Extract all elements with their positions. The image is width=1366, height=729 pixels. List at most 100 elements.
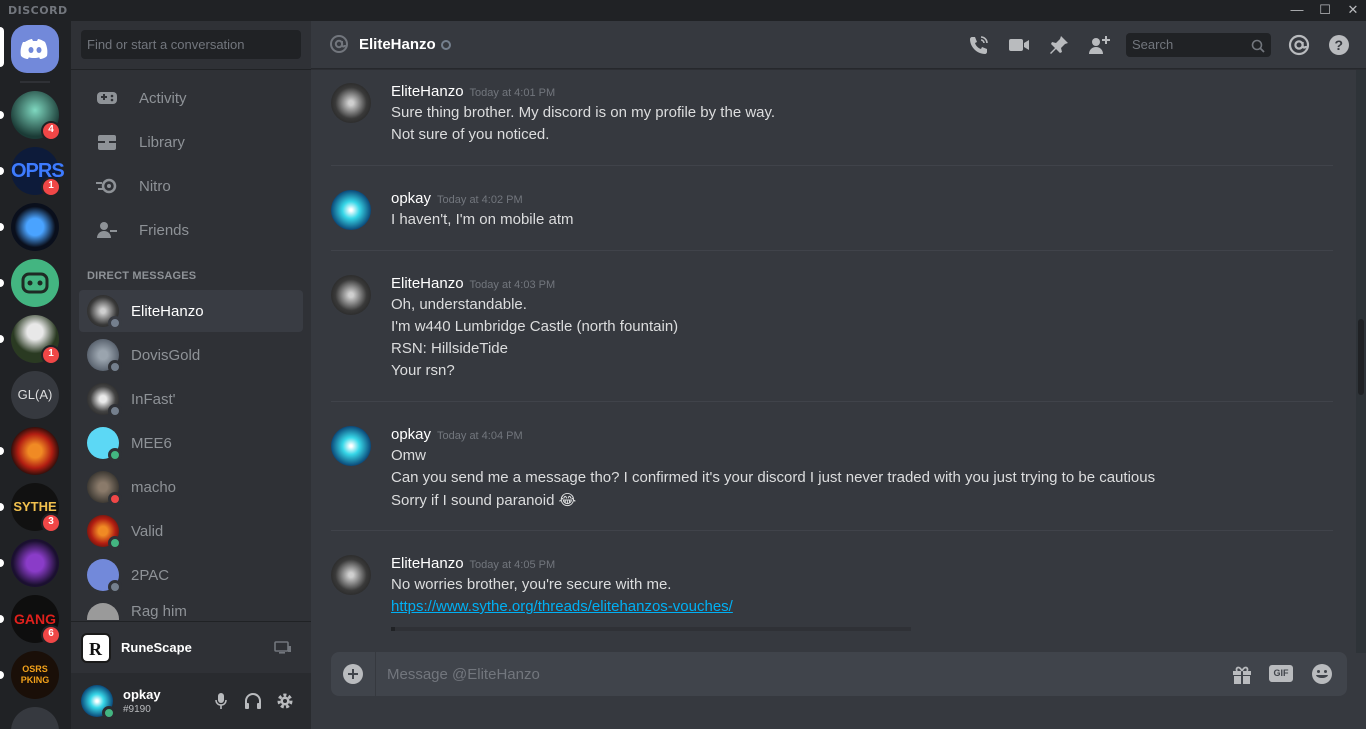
nav-activity-label: Activity [139,89,187,107]
avatar[interactable] [81,685,116,720]
status-indicator [108,360,122,374]
dm-item-dovisgold[interactable]: DovisGold [79,334,303,376]
message-text: Sorry if I sound paranoid 😂 [391,492,577,509]
unread-indicator [0,335,4,343]
nav-library-label: Library [139,133,185,151]
message-text: Your rsn? [391,362,455,379]
chat-header: EliteHanzo Search ? [311,21,1366,69]
mention-badge: 6 [41,625,61,645]
mention-badge: 3 [41,513,61,533]
server-icon-skull[interactable] [11,539,59,587]
dm-item-infast[interactable]: InFast' [79,378,303,420]
avatar[interactable] [331,190,371,230]
user-panel: opkay #9190 [71,673,311,729]
add-server-button[interactable] [11,707,59,729]
friends-icon [91,221,123,239]
server-list: 4 OPRS 1 1 GL(A) SYTHE 3 GANG 6 OSRS PKI… [0,21,71,729]
minimize-button[interactable]: — [1283,0,1311,21]
headphones-icon[interactable] [244,692,262,715]
dm-item-2pac[interactable]: 2PAC [79,554,303,596]
status-indicator [108,536,122,550]
message-divider [331,530,1333,531]
message-group: EliteHanzo Today at 4:03 PM Oh, understan… [331,275,1333,385]
dm-item-mee6[interactable]: MEE6 [79,422,303,464]
dm-item-elitehanzo[interactable]: EliteHanzo [79,290,303,332]
status-indicator [441,40,451,50]
message-text: No worries brother, you're secure with m… [391,576,672,593]
find-conversation-button[interactable]: Find or start a conversation [81,30,301,59]
dm-name: 2PAC [131,566,170,584]
mention-badge: 1 [41,177,61,197]
maximize-button[interactable]: ☐ [1311,0,1339,21]
emoji-picker-icon[interactable] [1311,663,1333,690]
avatar[interactable] [331,426,371,466]
avatar [87,383,122,418]
activity-game-name: RuneScape [121,640,192,655]
message-author[interactable]: EliteHanzo [391,275,464,292]
dm-sidebar: Find or start a conversation Activity Li… [71,21,311,729]
avatar[interactable] [331,555,371,595]
message-header: opkay Today at 4:04 PM [391,426,523,443]
status-indicator [108,448,122,462]
message-timestamp: Today at 4:05 PM [469,559,556,571]
search-icon [1251,37,1265,61]
dm-item-rag-him[interactable]: Rag him [79,598,303,620]
dm-name: MEE6 [131,434,172,452]
message-list: EliteHanzo Today at 4:01 PM Sure thing br… [311,70,1356,653]
message-header: EliteHanzo Today at 4:05 PM [391,555,555,572]
message-author[interactable]: EliteHanzo [391,555,464,572]
pin-icon[interactable] [1047,33,1071,57]
message-input[interactable] [387,652,1207,696]
unread-indicator [0,615,4,623]
server-icon-phoenix[interactable] [11,427,59,475]
message-timestamp: Today at 4:04 PM [437,430,523,442]
username: opkay [123,687,161,702]
add-friend-icon[interactable] [1087,33,1111,57]
gif-picker-button[interactable]: GIF [1269,665,1293,682]
avatar [87,603,119,620]
voice-call-icon[interactable] [967,33,991,57]
selected-indicator [0,27,4,67]
server-icon[interactable] [11,203,59,251]
message-divider [331,401,1333,402]
message-text: RSN: HillsideTide [391,340,508,357]
unread-indicator [0,223,4,231]
dm-name: Rag him [131,603,187,620]
dm-item-macho[interactable]: macho [79,466,303,508]
status-indicator [108,492,122,506]
dm-item-valid[interactable]: Valid [79,510,303,552]
message-text: Sure thing brother. My discord is on my … [391,104,776,121]
home-button[interactable] [11,25,59,73]
unread-indicator [0,279,4,287]
nav-library[interactable]: Library [79,121,303,163]
microphone-icon[interactable] [213,692,229,715]
avatar [87,559,122,594]
avatar[interactable] [331,275,371,315]
message-text: I'm w440 Lumbridge Castle (north fountai… [391,318,679,335]
server-icon-gla[interactable]: GL(A) [11,371,59,419]
server-icon[interactable] [11,259,59,307]
avatar[interactable] [331,83,371,123]
svg-text:R: R [89,639,103,659]
upload-plus-icon[interactable] [343,664,363,689]
message-author[interactable]: opkay [391,426,431,443]
chat-recipient-name: EliteHanzo [359,36,436,53]
nav-nitro[interactable]: Nitro [79,165,303,207]
message-author[interactable]: EliteHanzo [391,83,464,100]
close-button[interactable]: ✕ [1339,0,1366,21]
help-icon[interactable]: ? [1327,33,1351,57]
message-text: Not sure of you noticed. [391,126,550,143]
scrollbar-thumb[interactable] [1358,319,1364,395]
message-author[interactable]: opkay [391,190,431,207]
server-icon-osrs[interactable]: OSRS PKING [11,651,59,699]
settings-gear-icon[interactable] [276,692,294,715]
dm-name: macho [131,478,177,496]
video-call-icon[interactable] [1007,33,1031,57]
header-search-input[interactable]: Search [1126,33,1271,57]
message-link[interactable]: https://www.sythe.org/threads/elitehanzo… [391,598,733,615]
mentions-icon[interactable] [1287,33,1311,57]
nav-friends[interactable]: Friends [79,209,303,251]
nav-activity[interactable]: Activity [79,77,303,119]
screen-share-icon[interactable] [274,640,292,661]
gift-icon[interactable] [1231,663,1253,690]
